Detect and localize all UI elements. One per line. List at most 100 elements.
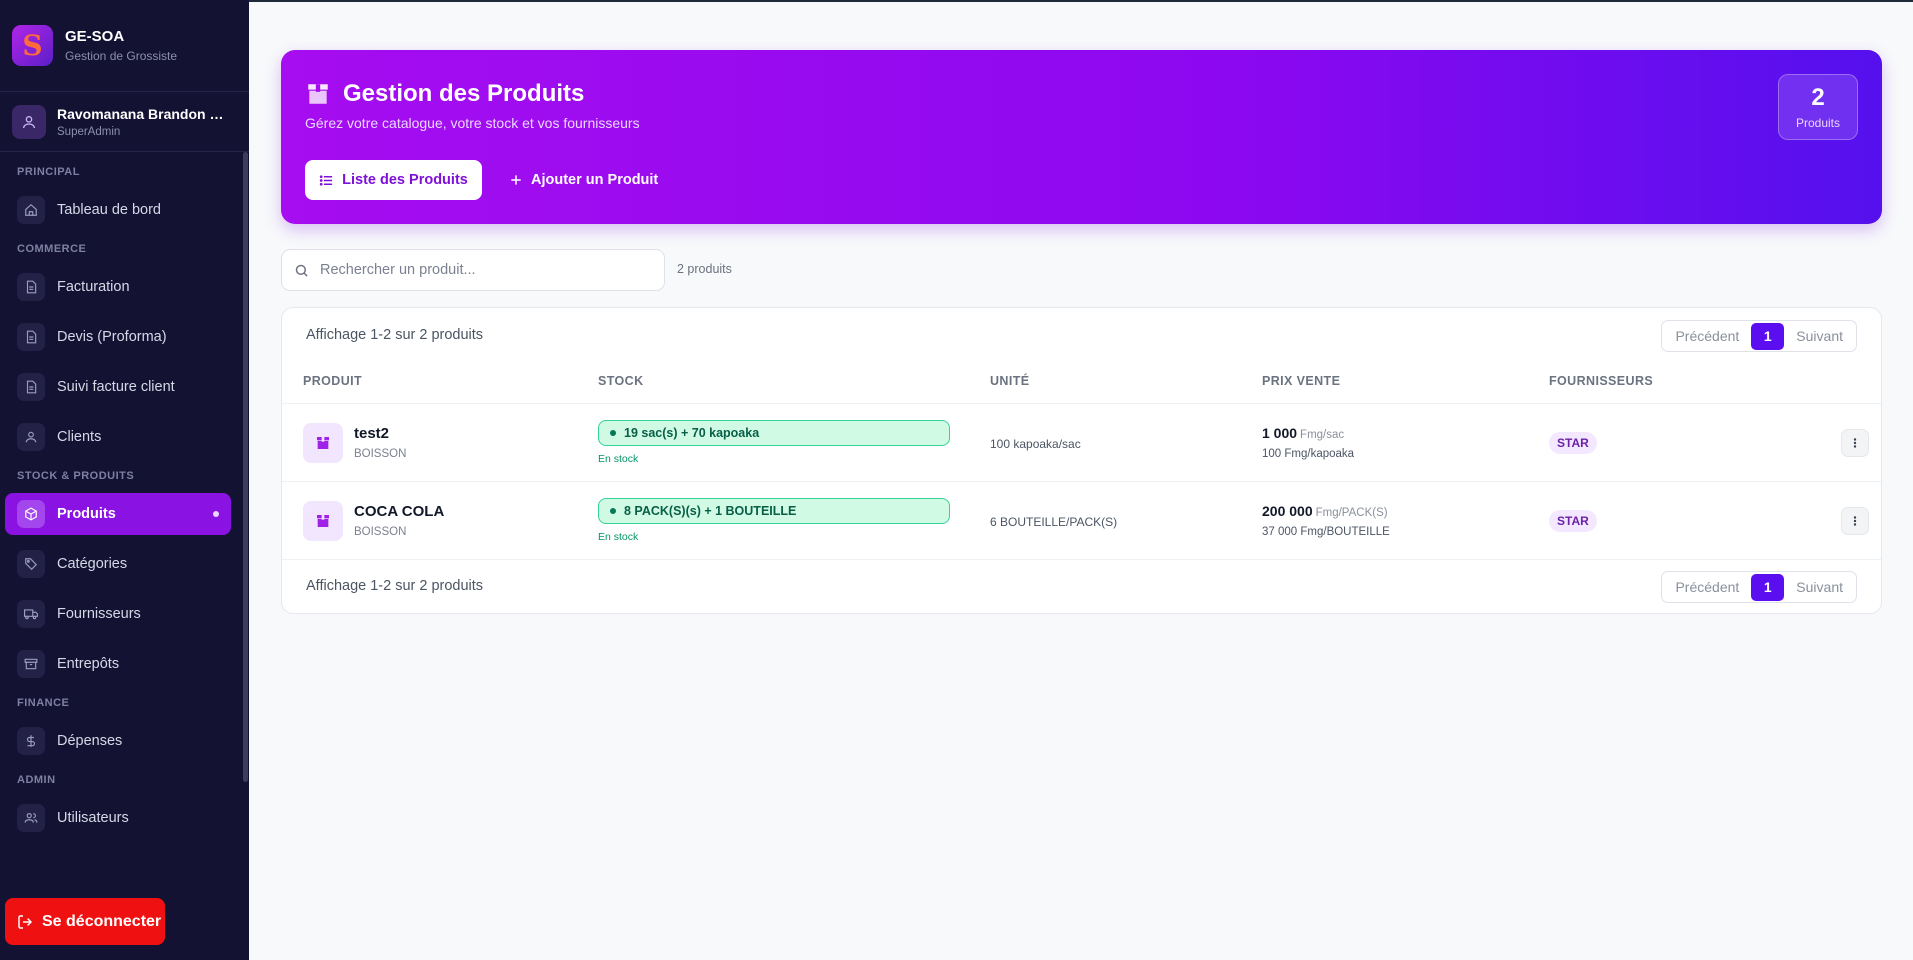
sidebar-item-facturation[interactable]: Facturation (5, 266, 231, 308)
row-actions-button[interactable] (1841, 429, 1869, 457)
sidebar-scrollbar[interactable] (243, 152, 248, 782)
price-value: 200 000 (1262, 503, 1313, 519)
product-price: 1 000 Fmg/sac (1262, 425, 1344, 441)
truck-icon (17, 600, 45, 628)
column-header: PRIX VENTE (1262, 374, 1341, 388)
search-input[interactable] (320, 262, 640, 278)
user-icon (17, 423, 45, 451)
page-title-text: Gestion des Produits (343, 80, 585, 107)
box-icon (308, 84, 328, 104)
supplier-badge: STAR (1549, 510, 1597, 532)
search-box[interactable] (281, 249, 665, 291)
pagination-page-button[interactable]: 1 (1751, 573, 1785, 601)
home-icon (17, 196, 45, 224)
sidebar-item-categories[interactable]: Catégories (5, 543, 231, 585)
product-name: test2 (354, 425, 390, 442)
section-principal: PRINCIPAL (17, 166, 80, 178)
pagination-prev-button[interactable]: Précédent (1664, 328, 1750, 344)
document-icon (17, 273, 45, 301)
column-header: UNITÉ (990, 374, 1030, 388)
dollar-icon (17, 727, 45, 755)
sidebar-item-label: Utilisateurs (57, 810, 129, 826)
sidebar-item-produits[interactable]: Produits (5, 493, 231, 535)
section-finance: FINANCE (17, 697, 70, 709)
stock-badge: 19 sac(s) + 70 kapoaka (598, 420, 950, 446)
section-admin: ADMIN (17, 774, 56, 786)
app-subtitle: Gestion de Grossiste (65, 49, 178, 63)
add-product-button[interactable]: Ajouter un Produit (509, 160, 658, 200)
pagination-summary: Affichage 1-2 sur 2 produits (306, 578, 484, 594)
pagination-next-button[interactable]: Suivant (1785, 328, 1854, 344)
product-unit: 6 BOUTEILLE/PACK(S) (990, 515, 1118, 529)
box-icon (303, 423, 343, 463)
sidebar-item-depenses[interactable]: Dépenses (5, 720, 231, 762)
sidebar-item-label: Catégories (57, 556, 128, 572)
price-value: 1 000 (1262, 425, 1298, 441)
pagination: Précédent 1 Suivant (1661, 320, 1857, 352)
list-icon (319, 174, 333, 186)
stock-quantity: 8 PACK(S)(s) + 1 BOUTEILLE (624, 504, 797, 518)
stock-badge: 8 PACK(S)(s) + 1 BOUTEILLE (598, 498, 950, 524)
sidebar-item-tableau-de-bord[interactable]: Tableau de bord (5, 189, 231, 231)
table-header: PRODUIT STOCK UNITÉ PRIX VENTE FOURNISSE… (282, 374, 1881, 404)
user-icon (12, 104, 46, 139)
stock-dot-icon (610, 508, 616, 514)
sidebar-item-label: Fournisseurs (57, 606, 141, 622)
sidebar-item-label: Tableau de bord (57, 202, 161, 218)
price-unit: Fmg/PACK(S) (1315, 507, 1388, 519)
product-count-value: 2 (1811, 84, 1825, 111)
sidebar-item-label: Dépenses (57, 733, 123, 749)
product-category: BOISSON (354, 526, 407, 538)
brand[interactable]: S GE-SOA Gestion de Grossiste (0, 0, 249, 92)
supplier-badge: STAR (1549, 432, 1597, 454)
users-icon (17, 804, 45, 832)
user-profile[interactable]: Ravomanana Brandon Fi... SuperAdmin (0, 92, 249, 152)
user-role: SuperAdmin (57, 125, 121, 138)
row-actions-button[interactable] (1841, 507, 1869, 535)
box-icon (303, 501, 343, 541)
product-count-label: Produits (1795, 116, 1841, 130)
sidebar-item-devis[interactable]: Devis (Proforma) (5, 316, 231, 358)
pagination-prev-button[interactable]: Précédent (1664, 579, 1750, 595)
table-row[interactable]: COCA COLA BOISSON 8 PACK(S)(s) + 1 BOUTE… (282, 482, 1881, 560)
section-stock-produits: STOCK & PRODUITS (17, 470, 135, 482)
column-header: FOURNISSEURS (1549, 374, 1654, 388)
pagination-page-button[interactable]: 1 (1751, 322, 1785, 350)
box-icon (17, 500, 45, 528)
search-result-count: 2 produits (677, 262, 732, 276)
table-row[interactable]: test2 BOISSON 19 sac(s) + 70 kapoaka En … (282, 404, 1881, 482)
tag-icon (17, 550, 45, 578)
stock-status: En stock (598, 531, 639, 543)
user-name: Ravomanana Brandon Fi... (57, 105, 232, 122)
sidebar-item-fournisseurs[interactable]: Fournisseurs (5, 593, 231, 635)
sidebar-item-label: Produits (57, 506, 116, 522)
product-name: COCA COLA (354, 503, 445, 520)
tab-product-list[interactable]: Liste des Produits (305, 160, 482, 200)
sidebar-item-suivi-facture[interactable]: Suivi facture client (5, 366, 231, 408)
top-border (0, 0, 1913, 2)
active-indicator (213, 511, 219, 517)
sidebar-item-entrepots[interactable]: Entrepôts (5, 643, 231, 685)
app-logo: S (12, 25, 53, 66)
stock-dot-icon (610, 430, 616, 436)
logout-button[interactable]: Se déconnecter (5, 898, 165, 945)
more-vertical-icon (1853, 438, 1857, 448)
page-title: Gestion des Produits (305, 80, 584, 108)
products-table-card: Affichage 1-2 sur 2 produits Précédent 1… (281, 307, 1882, 614)
document-icon (17, 373, 45, 401)
logout-icon (18, 914, 33, 929)
add-product-label: Ajouter un Produit (531, 172, 659, 188)
more-vertical-icon (1853, 516, 1857, 526)
sidebar-item-clients[interactable]: Clients (5, 416, 231, 458)
sidebar-nav: PRINCIPAL Tableau de bord COMMERCE Factu… (0, 152, 244, 882)
pagination-next-button[interactable]: Suivant (1785, 579, 1854, 595)
logout-label: Se déconnecter (42, 912, 162, 930)
product-counter: 2 Produits (1778, 74, 1858, 140)
column-header: PRODUIT (303, 374, 363, 388)
section-commerce: COMMERCE (17, 243, 87, 255)
sidebar-item-utilisateurs[interactable]: Utilisateurs (5, 797, 231, 839)
archive-icon (17, 650, 45, 678)
page-subtitle: Gérez votre catalogue, votre stock et vo… (305, 115, 640, 131)
sidebar-item-label: Devis (Proforma) (57, 329, 167, 345)
sidebar-item-label: Clients (57, 429, 102, 445)
